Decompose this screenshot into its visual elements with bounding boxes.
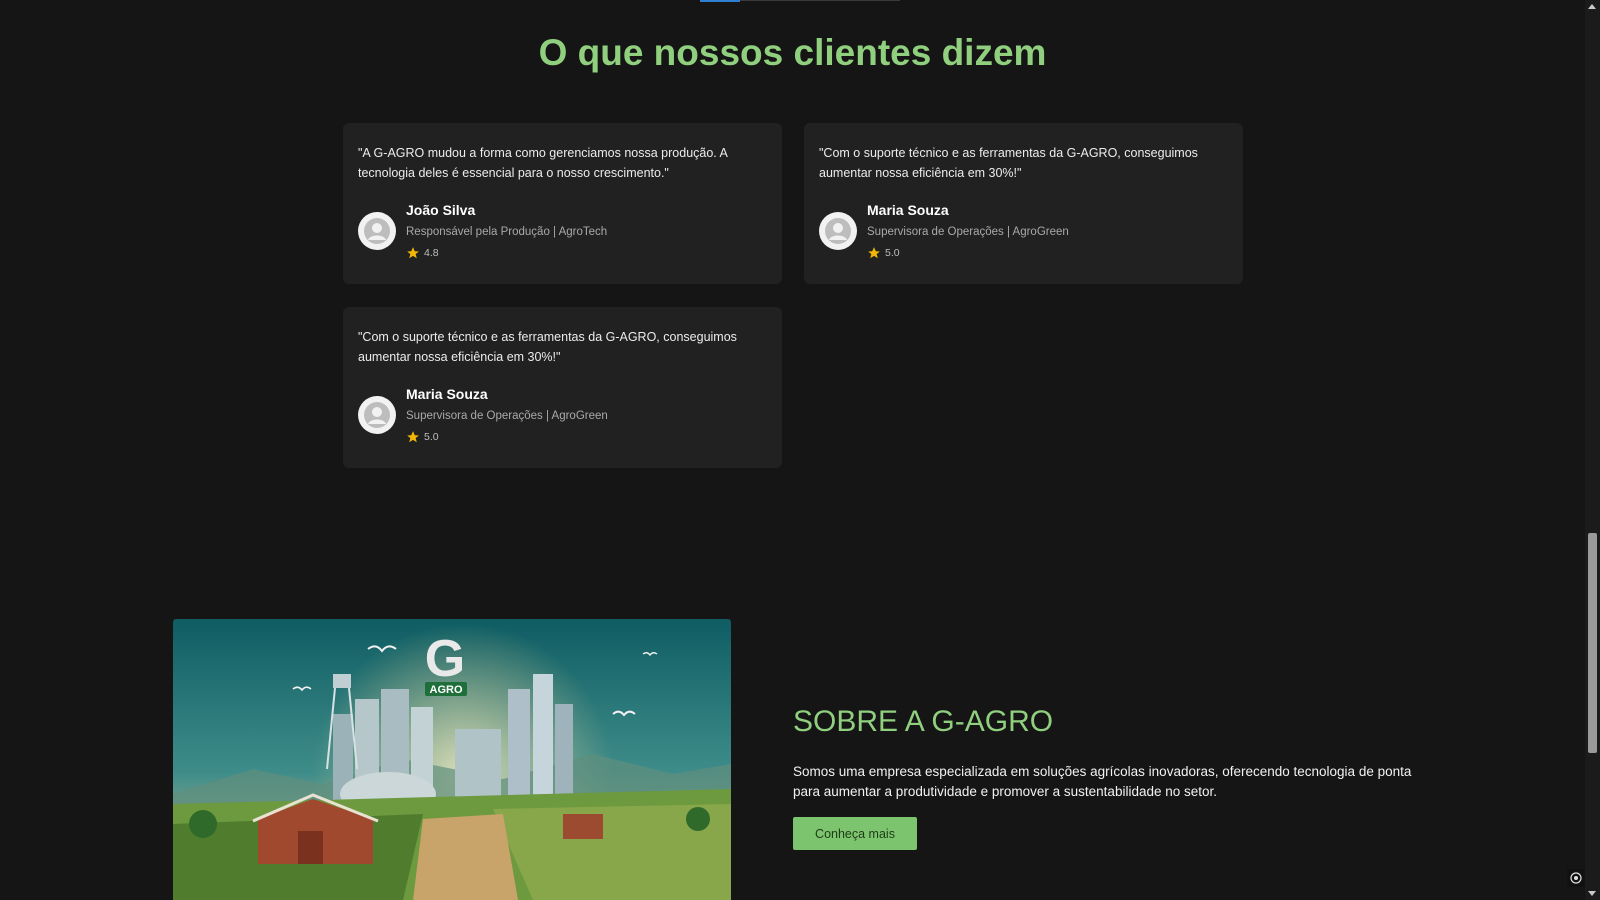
rating-value: 4.8 xyxy=(424,247,439,259)
author-role: Supervisora de Operações | AgroGreen xyxy=(867,226,1069,238)
user-icon xyxy=(364,402,390,428)
scrollbar[interactable] xyxy=(1585,0,1600,900)
scroll-up-icon[interactable] xyxy=(1588,4,1596,9)
author-name: Maria Souza xyxy=(867,202,949,218)
rating: 4.8 xyxy=(406,246,439,260)
carousel-indicator xyxy=(700,0,900,2)
logo-letter: G xyxy=(425,630,465,688)
testimonial-author: Maria Souza Supervisora de Operações | A… xyxy=(358,386,767,458)
scroll-down-icon[interactable] xyxy=(1588,891,1596,896)
testimonial-quote: "A G-AGRO mudou a forma como gerenciamos… xyxy=(358,146,728,180)
avatar xyxy=(819,212,857,250)
star-icon xyxy=(868,247,880,259)
rating: 5.0 xyxy=(406,430,439,444)
testimonials-title: O que nossos clientes dizem xyxy=(538,32,1047,73)
testimonial-quote: "Com o suporte técnico e as ferramentas … xyxy=(819,146,1198,180)
about-description: Somos uma empresa especializada em soluç… xyxy=(793,764,1412,799)
testimonial-author: João Silva Responsável pela Produção | A… xyxy=(358,202,767,274)
farm-city-illustration: G AGRO xyxy=(173,619,731,900)
about-illustration: G AGRO xyxy=(173,619,731,900)
testimonial-author: Maria Souza Supervisora de Operações | A… xyxy=(819,202,1228,274)
rating-value: 5.0 xyxy=(424,431,439,443)
scrollbar-thumb[interactable] xyxy=(1588,533,1597,753)
accessibility-button[interactable] xyxy=(1567,869,1585,887)
carousel-indicator-active xyxy=(700,0,740,2)
star-icon xyxy=(407,431,419,443)
avatar xyxy=(358,396,396,434)
user-icon xyxy=(825,218,851,244)
logo-text: AGRO xyxy=(430,684,463,696)
author-role: Responsável pela Produção | AgroTech xyxy=(406,226,608,238)
author-role: Supervisora de Operações | AgroGreen xyxy=(406,410,608,422)
rating-value: 5.0 xyxy=(885,247,900,259)
testimonial-card: "A G-AGRO mudou a forma como gerenciamos… xyxy=(343,123,782,284)
learn-more-button[interactable]: Conheça mais xyxy=(793,817,917,850)
star-icon xyxy=(407,247,419,259)
target-icon xyxy=(1570,872,1582,884)
avatar xyxy=(358,212,396,250)
about-title: SOBRE A G-AGRO xyxy=(793,705,1054,738)
testimonial-card: "Com o suporte técnico e as ferramentas … xyxy=(804,123,1243,284)
user-icon xyxy=(364,218,390,244)
author-name: João Silva xyxy=(406,202,476,218)
rating: 5.0 xyxy=(867,246,900,260)
testimonial-card: "Com o suporte técnico e as ferramentas … xyxy=(343,307,782,468)
author-name: Maria Souza xyxy=(406,386,488,402)
testimonial-quote: "Com o suporte técnico e as ferramentas … xyxy=(358,330,737,364)
